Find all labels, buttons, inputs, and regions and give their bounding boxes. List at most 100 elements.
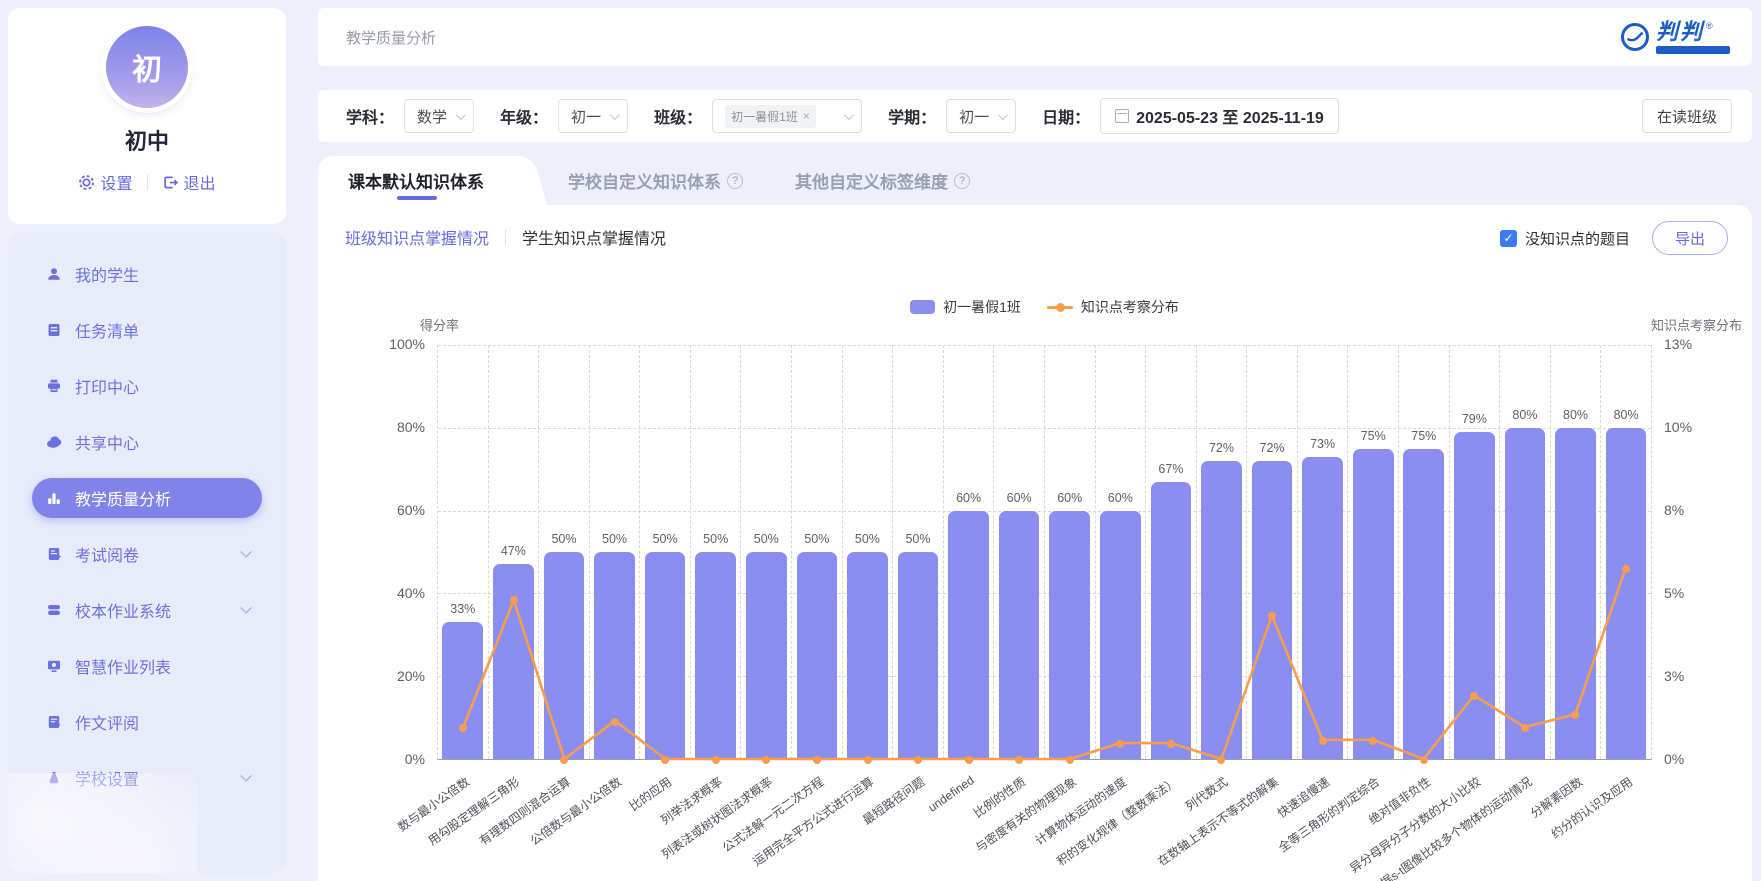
logout-button[interactable]: 退出	[162, 170, 216, 194]
chevron-down-icon	[240, 546, 251, 557]
export-button[interactable]: 导出	[1652, 221, 1728, 255]
left-axis-tick: 20%	[365, 668, 425, 684]
line-data-point	[1319, 737, 1327, 745]
sidebar-item-my-students[interactable]: 我的学生	[32, 254, 262, 294]
sidebar-item-label: 作文评阅	[75, 710, 139, 734]
registered-mark: ®	[1706, 21, 1713, 31]
printer-icon	[46, 378, 62, 394]
left-axis-tick: 60%	[365, 502, 425, 518]
cloud-icon	[46, 434, 62, 450]
sidebar-item-essay-review[interactable]: 作文评阅	[32, 702, 262, 742]
subtab-student-mastery[interactable]: 学生知识点掌握情况	[522, 225, 666, 249]
grade-select[interactable]: 初一	[558, 99, 628, 133]
line-data-point	[1217, 756, 1225, 764]
date-range-picker[interactable]: 2025-05-23 至 2025-11-19	[1100, 98, 1339, 134]
sidebar-item-label: 教学质量分析	[75, 486, 171, 510]
line-data-point	[914, 756, 922, 764]
subtab-class-mastery[interactable]: 班级知识点掌握情况	[345, 225, 489, 249]
reading-class-button[interactable]: 在读班级	[1642, 99, 1732, 133]
topbar: 教学质量分析 判判 ®	[318, 8, 1752, 66]
sidebar-item-label: 校本作业系统	[75, 598, 171, 622]
sidebar-item-smart-homework[interactable]: 智慧作业列表	[32, 646, 262, 686]
tab-label: 课本默认知识体系	[348, 168, 484, 193]
checkbox-label: 没知识点的题目	[1525, 228, 1630, 249]
main-area: 教学质量分析 判判 ® 学科： 数学 年级：	[318, 8, 1752, 873]
chart-plot: 33%数与最小公倍数47%用勾股定理解三角形50%有理数四则混合运算50%公倍数…	[437, 345, 1652, 760]
grade-value: 初一	[571, 106, 601, 127]
sidebar-item-label: 任务清单	[75, 318, 139, 342]
sidebar-item-label: 共享中心	[75, 430, 139, 454]
class-select[interactable]: 初一暑假1班 ×	[712, 99, 862, 133]
subject-select[interactable]: 数学	[404, 99, 474, 133]
settings-button[interactable]: 设置	[78, 170, 132, 194]
tab-school-custom-knowledge[interactable]: 学校自定义知识体系 ?	[542, 156, 769, 205]
avatar-text: 初	[132, 45, 162, 89]
tab-other-custom-tags[interactable]: 其他自定义标签维度 ?	[769, 156, 996, 205]
date-range-value: 2025-05-23 至 2025-11-19	[1136, 104, 1324, 128]
right-axis-tick: 13%	[1664, 336, 1724, 352]
help-icon[interactable]: ?	[954, 173, 970, 189]
line-data-point	[1622, 565, 1630, 573]
line-data-point	[712, 756, 720, 764]
chart-icon	[46, 490, 62, 506]
no-knowledge-point-checkbox[interactable]: ✓ 没知识点的题目	[1500, 228, 1630, 249]
sidebar-item-school-settings[interactable]: 学校设置	[32, 758, 262, 798]
sidebar-item-print-center[interactable]: 打印中心	[32, 366, 262, 406]
class-label: 班级：	[654, 104, 702, 128]
x-axis-label: 公倍数与最小公倍数	[526, 773, 624, 849]
semester-value: 初一	[959, 106, 989, 127]
essay-icon	[46, 714, 62, 730]
sidebar-item-task-list[interactable]: 任务清单	[32, 310, 262, 350]
line-data-point	[560, 756, 568, 764]
semester-select[interactable]: 初一	[946, 99, 1016, 133]
legend-label: 知识点考察分布	[1081, 297, 1179, 317]
gear-icon	[78, 174, 95, 191]
sidebar-item-school-homework[interactable]: 校本作业系统	[32, 590, 262, 630]
subject-value: 数学	[417, 106, 447, 127]
sidebar-item-exam-marking[interactable]: 考试阅卷	[32, 534, 262, 574]
line-data-point	[813, 756, 821, 764]
legend-label: 初一暑假1班	[943, 297, 1021, 317]
help-icon[interactable]: ?	[727, 173, 743, 189]
legend-item-line[interactable]: 知识点考察分布	[1047, 297, 1179, 317]
chevron-down-icon	[610, 110, 620, 120]
line-data-point	[661, 756, 669, 764]
sidebar-item-share-center[interactable]: 共享中心	[32, 422, 262, 462]
line-data-point	[1167, 740, 1175, 748]
right-axis-title: 知识点考察分布	[1651, 315, 1742, 334]
chevron-down-icon	[998, 110, 1008, 120]
line-series	[438, 345, 1651, 759]
chevron-down-icon	[844, 110, 854, 120]
user-icon	[46, 266, 62, 282]
line-data-point	[762, 756, 770, 764]
left-axis-tick: 40%	[365, 585, 425, 601]
books-icon	[46, 602, 62, 618]
monitor-icon	[46, 658, 62, 674]
line-data-point	[1066, 756, 1074, 764]
calendar-icon	[1115, 109, 1129, 123]
sidebar: 初 初中 设置 退出 我的学生任务清单打印中心共享中心教学质量分析考试阅卷校本作…	[8, 8, 286, 873]
divider	[505, 229, 506, 245]
class-tag-text: 初一暑假1班	[731, 108, 798, 125]
line-data-point	[1369, 737, 1377, 745]
grade-label: 年级：	[500, 104, 548, 128]
class-tag: 初一暑假1班 ×	[725, 105, 816, 128]
page-title: 教学质量分析	[346, 27, 436, 48]
line-data-point	[1015, 756, 1023, 764]
divider	[147, 174, 148, 190]
checkbox-check-icon: ✓	[1500, 230, 1517, 247]
left-axis-tick: 0%	[365, 751, 425, 767]
exam-icon	[46, 546, 62, 562]
chevron-down-icon	[456, 110, 466, 120]
profile-name: 初中	[8, 124, 286, 156]
x-axis-label: undefined	[925, 773, 976, 815]
sidebar-item-label: 考试阅卷	[75, 542, 139, 566]
sidebar-item-teaching-quality[interactable]: 教学质量分析	[32, 478, 262, 518]
logo-text: 判判	[1656, 21, 1704, 43]
tab-textbook-knowledge[interactable]: 课本默认知识体系	[318, 156, 524, 205]
date-label: 日期：	[1042, 104, 1090, 128]
legend-item-bar[interactable]: 初一暑假1班	[910, 297, 1021, 317]
logout-icon	[162, 174, 179, 191]
tag-close-icon[interactable]: ×	[803, 109, 810, 123]
left-axis-tick: 80%	[365, 419, 425, 435]
